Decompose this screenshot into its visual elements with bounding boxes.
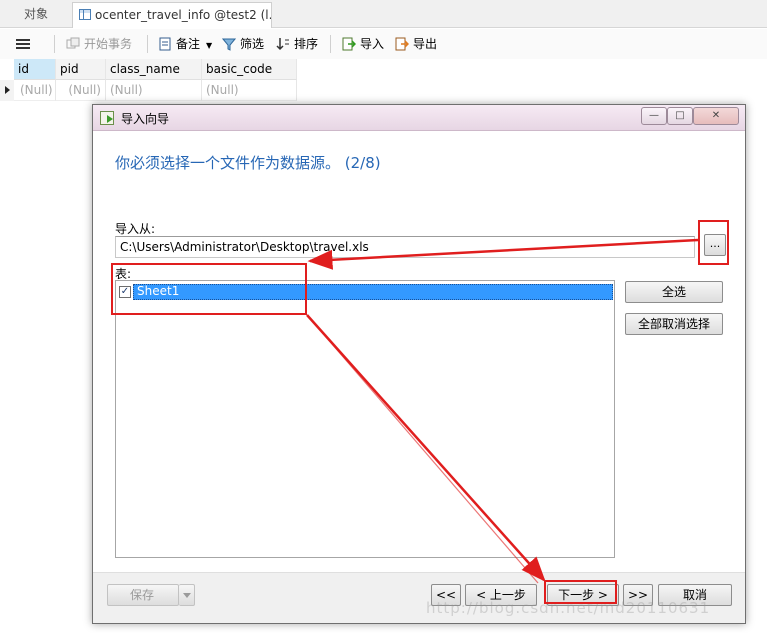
transaction-icon — [66, 37, 80, 49]
tab-bar: 对象 ocenter_travel_info @test2 (l... — [0, 0, 767, 28]
grid-header: id pid class_name basic_code — [0, 59, 297, 80]
save-dropdown-button[interactable] — [179, 584, 195, 606]
toolbar-separator — [147, 35, 148, 53]
table-cell[interactable]: (Null) — [106, 80, 202, 101]
maximize-button[interactable]: □ — [667, 107, 693, 125]
tables-list[interactable]: ✓ Sheet1 — [115, 280, 615, 558]
toolbar: 开始事务 备注 ▼ 筛选 排序 导入 导出 — [0, 29, 767, 59]
begin-transaction-label: 开始事务 — [84, 37, 133, 51]
save-button[interactable]: 保存 — [107, 584, 179, 606]
memo-icon — [159, 37, 171, 51]
select-all-button[interactable]: 全选 — [625, 281, 723, 303]
table-cell[interactable]: (Null) — [14, 80, 56, 101]
close-button[interactable]: ✕ — [693, 107, 739, 125]
export-icon — [395, 37, 409, 51]
sort-label: 排序 — [294, 37, 319, 51]
browse-button[interactable]: ... — [704, 234, 726, 256]
watermark: http://blog.csdn.net/md20110631 — [426, 599, 711, 617]
table-icon — [79, 9, 91, 20]
tab-table-ocenter-travel-info[interactable]: ocenter_travel_info @test2 (l... — [72, 2, 272, 28]
deselect-all-button[interactable]: 全部取消选择 — [625, 313, 723, 335]
toolbar-separator — [54, 35, 55, 53]
sheet-checkbox[interactable]: ✓ — [119, 286, 131, 298]
import-from-label: 导入从: — [115, 222, 156, 236]
export-label: 导出 — [413, 37, 438, 51]
filter-icon — [222, 38, 236, 51]
memo-button[interactable]: 备注 ▼ — [158, 35, 212, 53]
wizard-step-heading: 你必须选择一个文件作为数据源。 (2/8) — [115, 154, 381, 172]
column-header-basic-code[interactable]: basic_code — [202, 59, 297, 80]
app-window: 对象 ocenter_travel_info @test2 (l... 开始事务… — [0, 0, 767, 633]
import-icon — [342, 37, 356, 51]
list-item[interactable]: ✓ Sheet1 — [119, 284, 613, 300]
filter-label: 筛选 — [240, 37, 265, 51]
sheet-name: Sheet1 — [137, 284, 180, 298]
sort-button[interactable]: 排序 — [276, 35, 318, 53]
data-grid: id pid class_name basic_code (Null) (Nul… — [0, 59, 297, 101]
table-cell[interactable]: (Null) — [202, 80, 297, 101]
toolbar-separator — [330, 35, 331, 53]
import-label: 导入 — [360, 37, 385, 51]
begin-transaction-button[interactable]: 开始事务 — [66, 35, 132, 53]
file-path-input[interactable]: C:\Users\Administrator\Desktop\travel.xl… — [115, 236, 695, 258]
dialog-title: 导入向导 — [121, 112, 170, 126]
selection-highlight — [133, 284, 613, 300]
tab-table-label: ocenter_travel_info @test2 (l... — [95, 8, 272, 22]
table-row[interactable]: (Null) (Null) (Null) (Null) — [0, 80, 297, 101]
import-wizard-dialog: 导入向导 — □ ✕ 你必须选择一个文件作为数据源。 (2/8) 导入从: C:… — [92, 104, 746, 624]
dialog-body: 你必须选择一个文件作为数据源。 (2/8) 导入从: C:\Users\Admi… — [93, 132, 745, 572]
column-header-id[interactable]: id — [14, 59, 56, 80]
filter-button[interactable]: 筛选 — [222, 35, 264, 53]
import-button[interactable]: 导入 — [342, 35, 384, 53]
dialog-titlebar[interactable]: 导入向导 — □ ✕ — [93, 105, 745, 131]
column-header-pid[interactable]: pid — [56, 59, 106, 80]
tab-objects[interactable]: 对象 — [0, 2, 72, 28]
sort-icon — [276, 38, 289, 51]
chevron-down-icon[interactable]: ▼ — [206, 41, 212, 50]
current-row-marker-icon — [0, 80, 14, 101]
menu-icon[interactable] — [16, 39, 30, 49]
column-header-class-name[interactable]: class_name — [106, 59, 202, 80]
export-button[interactable]: 导出 — [395, 35, 437, 53]
minimize-button[interactable]: — — [641, 107, 667, 125]
table-cell[interactable]: (Null) — [56, 80, 106, 101]
import-wizard-icon — [100, 111, 114, 125]
memo-label: 备注 — [176, 37, 201, 51]
